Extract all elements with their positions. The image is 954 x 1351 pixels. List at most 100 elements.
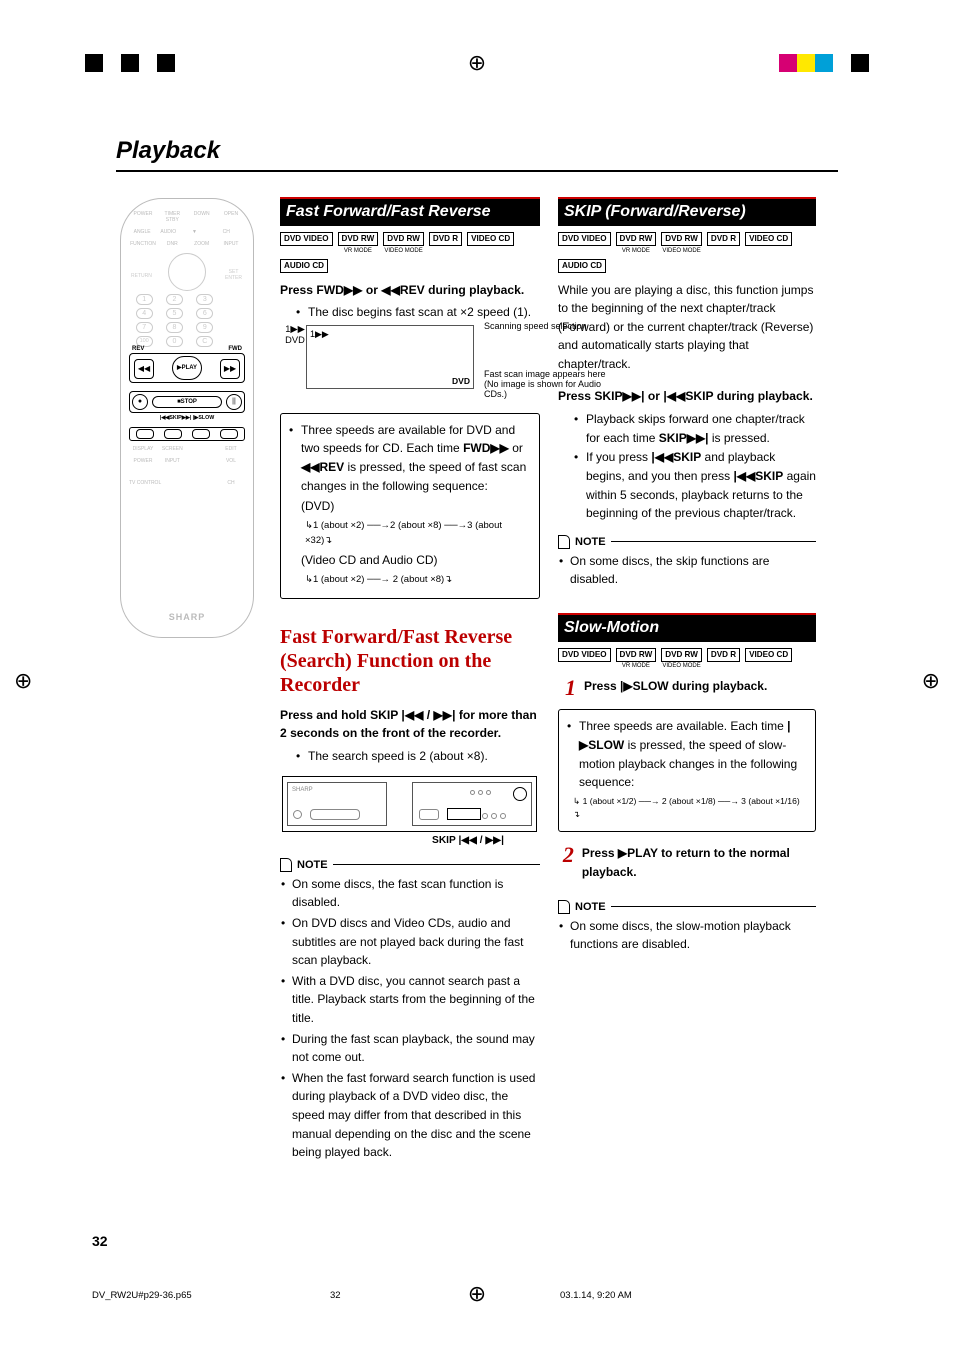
remote-rev-button: ◀◀	[134, 359, 154, 379]
recorder-front-figure: SHARP	[282, 776, 537, 832]
remote-button	[189, 467, 199, 477]
remote-label: DNR	[158, 241, 186, 247]
disc-compatibility-tags: DVD VIDEO DVD RWVR MODE DVD RWVIDEO MODE…	[280, 232, 540, 273]
remote-play-button: ▶PLAY	[172, 356, 202, 380]
remote-label: EDIT	[217, 446, 245, 452]
seq-line: ↳1 (about ×2) ──→2 (about ×8) ──→3 (abou…	[289, 519, 531, 548]
disc-tag: DVD RW	[661, 232, 702, 246]
section-heading: Fast Forward/Fast Reverse	[280, 197, 540, 226]
body-bullet: Playback skips forward one chapter/track…	[558, 410, 816, 447]
disc-tag-sub: VR MODE	[344, 248, 372, 254]
remote-numkey: 1	[136, 294, 153, 305]
screen-diagram: 1▶▶ DVD	[306, 325, 474, 389]
remote-label: ZOOM	[188, 241, 216, 247]
column-right: SKIP (Forward/Reverse) DVD VIDEO DVD RW V…	[558, 197, 816, 956]
remote-control-figure: POWERTIMER STBYDOWNOPEN ANGLEAUDIO▼CH FU…	[120, 198, 254, 638]
seq-line: ↳1 (about ×2) ──→ 2 (about ×8)↴	[289, 573, 531, 588]
info-box: Three speeds are available for DVD and t…	[280, 413, 540, 599]
scan-indicator-callout: 1▶▶DVD	[284, 324, 306, 345]
remote-label: FUNCTION	[129, 241, 157, 247]
step-1: 1 Press |▶SLOW during playback.	[558, 677, 816, 699]
seq-line: ↳ 1 (about ×1/2) ──→ 2 (about ×1/8) ──→ …	[567, 795, 807, 822]
remote-numkey: 9	[196, 322, 213, 333]
remote-button	[223, 467, 233, 477]
disc-tag-sub: VR MODE	[622, 248, 650, 254]
note-list: On some discs, the fast scan function is…	[280, 875, 540, 1162]
disc-tag: DVD VIDEO	[280, 232, 333, 246]
note-item: On some discs, the fast scan function is…	[280, 875, 540, 912]
remote-label: TIMER STBY	[158, 211, 186, 223]
info-box: Three speeds are available. Each time |▶…	[558, 709, 816, 832]
remote-label: ▼	[181, 229, 207, 235]
page-number: 32	[92, 1233, 108, 1249]
remote-label: POWER	[129, 458, 157, 464]
remote-label	[188, 446, 216, 452]
remote-skip-btn	[220, 429, 238, 439]
disc-tag-sub: VR MODE	[622, 663, 650, 669]
registration-mark-icon: ⊕	[14, 668, 32, 694]
remote-label: VOL	[217, 458, 245, 464]
remote-label: CH	[217, 480, 245, 486]
remote-logo: SHARP	[121, 612, 253, 622]
note-icon	[280, 858, 292, 872]
body-bullet: If you press |◀◀SKIP and playback begins…	[558, 448, 816, 522]
disc-tag: DVD RW	[661, 648, 702, 662]
remote-skip-btn	[164, 429, 182, 439]
remote-skip-label: |◀◀SKIP▶▶| |▶SLOW	[129, 415, 245, 421]
disc-compatibility-tags: DVD VIDEO DVD RWVR MODE DVD RWVIDEO MODE…	[558, 648, 816, 670]
registration-mark-icon: ⊕	[468, 54, 486, 72]
remote-numkey: 3	[196, 294, 213, 305]
footer-date: 03.1.14, 9:20 AM	[560, 1290, 632, 1301]
seq-label: (DVD)	[289, 497, 531, 516]
remote-label	[188, 458, 216, 464]
remote-label: DOWN	[188, 211, 216, 223]
remote-numkey: 5	[166, 308, 183, 319]
remote-numkey: 7	[136, 322, 153, 333]
disc-tag: VIDEO CD	[745, 232, 792, 246]
remote-numkey: 0	[166, 336, 183, 347]
figure-caption: SKIP |◀◀ / ▶▶|	[280, 835, 540, 846]
step-2: 2 Press ▶PLAY to return to the normal pl…	[558, 844, 816, 881]
disc-compatibility-tags: DVD VIDEO DVD RWVR MODE DVD RWVIDEO MODE…	[558, 232, 816, 273]
note-header: NOTE	[558, 900, 816, 914]
disc-tag: DVD RW	[616, 232, 657, 246]
instruction-text: Press FWD▶▶ or ◀◀REV during playback.	[280, 281, 540, 300]
disc-tag: DVD RW	[383, 232, 424, 246]
footer-page: 32	[330, 1290, 341, 1301]
remote-numkey: C	[196, 336, 213, 347]
remote-button	[223, 322, 233, 332]
note-item: During the fast scan playback, the sound…	[280, 1030, 540, 1067]
disc-tag: DVD R	[707, 232, 740, 246]
note-item: With a DVD disc, you cannot search past …	[280, 972, 540, 1028]
note-item: On some discs, the slow-motion playback …	[558, 917, 816, 954]
seq-label: (Video CD and Audio CD)	[289, 551, 531, 570]
page-title: Playback	[116, 137, 220, 165]
note-list: On some discs, the slow-motion playback …	[558, 917, 816, 954]
remote-button	[223, 296, 233, 306]
disc-tag: AUDIO CD	[558, 259, 606, 273]
remote-stop-block: ● ■STOP ||	[129, 391, 245, 413]
note-list: On some discs, the skip functions are di…	[558, 552, 816, 589]
remote-numkey: 2	[166, 294, 183, 305]
instruction-text: Press and hold SKIP |◀◀ / ▶▶| for more t…	[280, 706, 540, 743]
title-rule	[116, 170, 838, 172]
disc-tag-sub: VIDEO MODE	[384, 248, 422, 254]
section-heading: Slow-Motion	[558, 613, 816, 642]
section-heading: SKIP (Forward/Reverse)	[558, 197, 816, 226]
disc-tag: VIDEO CD	[467, 232, 514, 246]
disc-tag: DVD R	[429, 232, 462, 246]
remote-skip-btn	[192, 429, 210, 439]
note-item: When the fast forward search function is…	[280, 1069, 540, 1162]
note-label: NOTE	[575, 536, 606, 548]
remote-label: CH	[208, 229, 245, 235]
remote-numkey: 6	[196, 308, 213, 319]
subsection-heading: Fast Forward/Fast Reverse (Search) Funct…	[280, 625, 540, 698]
scan-indicator: 1▶▶	[310, 329, 329, 340]
disc-tag: DVD VIDEO	[558, 648, 611, 662]
disc-tag-sub: VIDEO MODE	[662, 248, 700, 254]
note-label: NOTE	[297, 859, 328, 871]
remote-button	[223, 309, 233, 319]
remote-button	[223, 335, 233, 345]
remote-rec-button: ●	[132, 394, 148, 410]
remote-skip-btn	[136, 429, 154, 439]
